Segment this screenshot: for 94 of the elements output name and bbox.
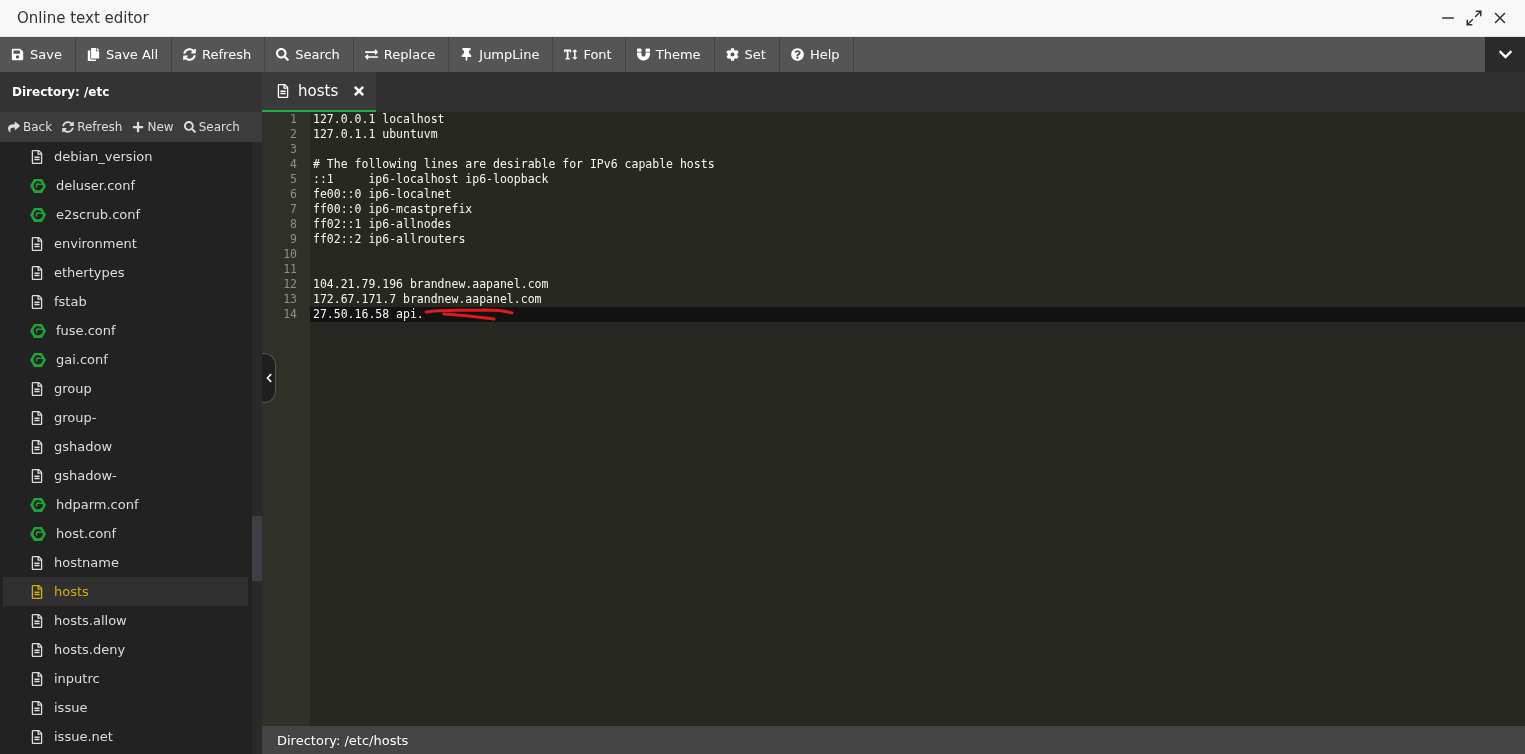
document-icon: [30, 584, 44, 599]
magnet-icon: [636, 48, 650, 61]
file-item[interactable]: group-: [3, 403, 248, 432]
line-number: 8: [289, 217, 298, 232]
line-number: 7: [289, 202, 298, 217]
window-title: Online text editor: [17, 9, 150, 27]
config-file-icon: [30, 322, 46, 339]
collapse-handle[interactable]: [262, 353, 276, 403]
swap-icon: [364, 48, 378, 61]
file-item[interactable]: fuse.conf: [3, 316, 248, 345]
code-line: # The following lines are desirable for IPv6 capable hosts: [312, 157, 715, 172]
search-icon: [183, 121, 196, 133]
document-icon: [30, 468, 44, 483]
file-item[interactable]: e2scrub.conf: [3, 200, 248, 229]
line-number: 9: [289, 232, 298, 247]
document-icon: [30, 236, 44, 251]
arrow-icon: [8, 121, 20, 133]
config-file-icon: [30, 206, 46, 223]
document-icon: [30, 700, 44, 715]
directory-path: Directory: /etc: [12, 85, 110, 99]
file-item[interactable]: gshadow-: [3, 461, 248, 490]
config-file-icon: [30, 351, 46, 368]
document-icon: [30, 642, 44, 657]
settings-icon: [725, 48, 739, 61]
file-item[interactable]: hosts: [3, 577, 248, 606]
line-number: 4: [289, 157, 298, 172]
sidebar-action[interactable]: Refresh: [62, 120, 123, 134]
line-number: 1: [289, 112, 298, 127]
code-line: 104.21.79.196 brandnew.aapanel.com: [312, 277, 549, 292]
config-file-icon: [30, 177, 46, 194]
close-icon[interactable]: [352, 84, 367, 98]
line-number: 12: [282, 277, 298, 292]
text-icon: [564, 48, 578, 61]
save-icon: [11, 48, 24, 61]
sidebar-action[interactable]: New: [132, 120, 174, 134]
line-number: 10: [282, 247, 298, 262]
document-icon: [30, 671, 44, 686]
document-icon: [30, 381, 44, 396]
document-icon: [30, 265, 44, 280]
document-icon: [30, 410, 44, 425]
document-icon: [30, 613, 44, 628]
document-icon: [30, 439, 44, 454]
code-line: 27.50.16.58 api.: [312, 307, 424, 322]
document-icon: [30, 294, 44, 309]
status-path: Directory: /etc/hosts: [277, 732, 409, 748]
file-tab[interactable]: hosts: [262, 72, 376, 112]
file-item[interactable]: ethertypes: [3, 258, 248, 287]
file-item[interactable]: issue.net: [3, 722, 248, 751]
code-line: 127.0.1.1 ubuntuvm: [312, 127, 438, 142]
file-item[interactable]: gai.conf: [3, 345, 248, 374]
plus-icon: [132, 121, 145, 133]
code-line: 127.0.0.1 localhost: [312, 112, 445, 127]
code-line: ff02::1 ip6-allnodes: [312, 217, 452, 232]
file-item[interactable]: hosts.deny: [3, 635, 248, 664]
file-item[interactable]: hdparm.conf: [3, 490, 248, 519]
config-file-icon: [30, 496, 46, 513]
documents-icon: [86, 48, 100, 61]
document-icon: [276, 84, 290, 98]
refresh-icon: [183, 48, 197, 61]
file-item[interactable]: hostname: [3, 548, 248, 577]
document-icon: [30, 149, 44, 164]
line-number: 11: [282, 262, 298, 277]
file-item[interactable]: group: [3, 374, 248, 403]
code-line: 172.67.171.7 brandnew.aapanel.com: [312, 292, 542, 307]
line-number: 6: [289, 187, 298, 202]
search-icon: [276, 48, 290, 61]
config-file-icon: [30, 525, 46, 542]
file-item[interactable]: fstab: [3, 287, 248, 316]
sidebar-action[interactable]: Back: [8, 120, 53, 134]
code-line: ::1 ip6-localhost ip6-loopback: [312, 172, 549, 187]
document-icon: [30, 555, 44, 570]
sidebar-action[interactable]: Search: [183, 120, 240, 134]
file-item[interactable]: deluser.conf: [3, 171, 248, 200]
help-icon: [790, 48, 804, 61]
refresh-icon: [62, 121, 75, 133]
file-item[interactable]: issue: [3, 693, 248, 722]
file-item[interactable]: host.conf: [3, 519, 248, 548]
line-number: 5: [289, 172, 298, 187]
line-number: 2: [289, 127, 298, 142]
file-item[interactable]: hosts.allow: [3, 606, 248, 635]
line-number: 14: [282, 307, 298, 322]
code-line: fe00::0 ip6-localnet: [312, 187, 452, 202]
code-line: ff00::0 ip6-mcastprefix: [312, 202, 473, 217]
file-item[interactable]: inputrc: [3, 664, 248, 693]
pin-icon: [460, 48, 474, 61]
file-item[interactable]: debian_version: [3, 142, 248, 171]
file-item[interactable]: gshadow: [3, 432, 248, 461]
code-line: ff02::2 ip6-allrouters: [312, 232, 466, 247]
document-icon: [30, 729, 44, 744]
file-item[interactable]: environment: [3, 229, 248, 258]
line-number: 13: [282, 292, 298, 307]
expand-button[interactable]: [1485, 37, 1525, 72]
scrollbar-thumb[interactable]: [252, 516, 262, 581]
line-number: 3: [289, 142, 298, 157]
